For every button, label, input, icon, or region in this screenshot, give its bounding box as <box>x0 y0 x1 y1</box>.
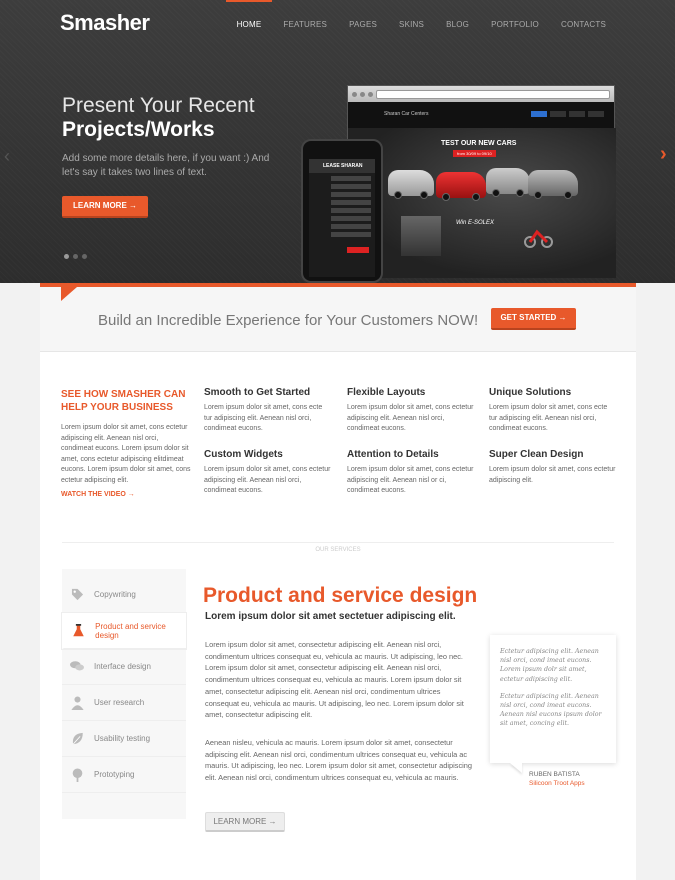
hero-learn-more-button[interactable]: LEARN MORE → <box>62 196 148 218</box>
phone-mockup-image: LEASE SHARAN <box>301 139 383 283</box>
watch-video-link[interactable]: WATCH THE VIDEO → <box>61 491 135 498</box>
nav-item-home[interactable]: HOME <box>225 0 273 40</box>
feature-title: Super Clean Design <box>489 449 584 460</box>
hero-title-line1: Present Your Recent <box>62 94 255 117</box>
browser-toolbar <box>348 86 614 102</box>
feature-unique-solutions: Unique Solutions Lorem ipsum dolor sit a… <box>489 387 617 435</box>
feature-text: Lorem ipsum dolor sit amet, cons ecte tu… <box>489 404 608 432</box>
quote-author: RUBEN BATISTA <box>529 771 580 778</box>
feature-title: Custom Widgets <box>204 449 283 460</box>
phone-app-title: LEASE SHARAN <box>309 159 375 173</box>
feature-text: Lorem ipsum dolor sit amet, cons ecte tu… <box>204 404 323 432</box>
mockup-site-header: Sharan Car Centers <box>348 102 614 128</box>
slider-dot-2[interactable] <box>73 254 78 259</box>
feature-custom-widgets: Custom Widgets Lorem ipsum dolor sit ame… <box>204 449 332 497</box>
get-started-button[interactable]: GET STARTED → <box>491 308 576 330</box>
quote-paragraph-1: Ectetur adipiscing elit. Aenean nisl orc… <box>500 648 599 683</box>
quote-paragraph-2: Ectetur adipiscing elit. Aenean nisl orc… <box>500 692 602 728</box>
feature-text: Lorem ipsum dolor sit amet, cons ectetur… <box>489 466 616 484</box>
service-paragraph-1: Lorem ipsum dolor sit amet, consectetur … <box>205 640 464 720</box>
tab-prototyping[interactable]: Prototyping <box>62 757 186 793</box>
callout-text: Build an Incredible Experience for Your … <box>98 312 479 329</box>
feature-smooth-start: Smooth to Get Started Lorem ipsum dolor … <box>204 387 332 435</box>
slider-dot-1[interactable] <box>64 254 69 259</box>
feature-title: Flexible Layouts <box>347 387 426 398</box>
feature-title: Unique Solutions <box>489 387 572 398</box>
mockup-promo: Win E-SOLEX <box>456 220 494 226</box>
tab-user-research[interactable]: User research <box>62 685 186 721</box>
nav-item-pages[interactable]: PAGES <box>338 0 388 40</box>
services-tabs: Copywriting Product and service design I… <box>62 577 186 793</box>
hero-slider: Smasher HOME FEATURES PAGES SKINS BLOG P… <box>0 0 675 283</box>
quote-company-link[interactable]: Silicoon Troot Apps <box>529 780 585 787</box>
user-icon <box>70 695 84 710</box>
browser-url-bar <box>376 89 610 99</box>
content-card: Build an Incredible Experience for Your … <box>40 287 636 880</box>
leaf-icon <box>70 732 84 746</box>
slider-dot-3[interactable] <box>82 254 87 259</box>
service-paragraph-2: Aenean nisleu, vehicula ac mauris. Lorem… <box>205 738 473 783</box>
tab-product-service-design[interactable]: Product and service design <box>62 613 186 649</box>
feature-text: Lorem ipsum dolor sit amet, cons ectetur… <box>204 466 331 494</box>
mockup-site-brand: Sharan Car Centers <box>384 111 429 117</box>
intro-title: SEE HOW SMASHER CAN HELP YOUR BUSINESS <box>61 389 186 413</box>
service-learn-more-button[interactable]: LEARN MORE → <box>205 812 285 832</box>
flask-icon <box>72 623 85 638</box>
logo[interactable]: Smasher <box>60 10 150 36</box>
testimonial-quote: Ectetur adipiscing elit. Aenean nisl orc… <box>490 635 616 763</box>
feature-attention-details: Attention to Details Lorem ipsum dolor s… <box>347 449 475 497</box>
slider-pagination <box>64 254 87 259</box>
intro-text: Lorem ipsum dolor sit amet, cons ectetur… <box>61 424 191 484</box>
tag-icon <box>70 588 84 602</box>
phone-screen: LEASE SHARAN <box>309 159 375 277</box>
tab-copywriting[interactable]: Copywriting <box>62 577 186 613</box>
tab-usability-testing[interactable]: Usability testing <box>62 721 186 757</box>
mockup-headline: TEST OUR NEW CARS <box>441 140 517 147</box>
scooter-icon <box>524 229 553 248</box>
main-nav: HOME FEATURES PAGES SKINS BLOG PORTFOLIO… <box>225 0 617 40</box>
browser-mockup-image: Sharan Car Centers TEST OUR NEW CARS fro… <box>347 85 616 278</box>
chat-bubbles-icon <box>70 660 84 674</box>
callout-bar: Build an Incredible Experience for Your … <box>40 287 636 352</box>
feature-text: Lorem ipsum dolor sit amet, cons ectetur… <box>347 466 474 494</box>
feature-flexible-layouts: Flexible Layouts Lorem ipsum dolor sit a… <box>347 387 475 435</box>
feature-clean-design: Super Clean Design Lorem ipsum dolor sit… <box>489 449 617 486</box>
feature-title: Attention to Details <box>347 449 439 460</box>
section-divider-label: OUR SERVICES <box>40 538 636 556</box>
slider-next-arrow-icon[interactable]: › <box>660 143 667 166</box>
nav-item-skins[interactable]: SKINS <box>388 0 435 40</box>
service-subtitle: Lorem ipsum dolor sit amet sectetuer adi… <box>205 611 456 622</box>
nav-item-portfolio[interactable]: PORTFOLIO <box>480 0 550 40</box>
slider-prev-arrow-icon[interactable]: ‹ <box>4 146 10 167</box>
nav-item-features[interactable]: FEATURES <box>272 0 338 40</box>
mockup-subline: from 30/09 to 09/10 <box>453 150 496 157</box>
service-title: Product and service design <box>203 584 478 607</box>
feature-title: Smooth to Get Started <box>204 387 311 398</box>
mockup-site-hero: TEST OUR NEW CARS from 30/09 to 09/10 Wi… <box>348 128 616 278</box>
nav-item-blog[interactable]: BLOG <box>435 0 480 40</box>
nav-item-contacts[interactable]: CONTACTS <box>550 0 617 40</box>
accent-flag <box>61 287 77 301</box>
feature-text: Lorem ipsum dolor sit amet, cons ectetur… <box>347 404 474 432</box>
tab-interface-design[interactable]: Interface design <box>62 649 186 685</box>
hero-title-line2: Projects/Works <box>62 118 215 141</box>
tree-icon <box>70 767 84 782</box>
mockup-people-image <box>401 216 441 256</box>
hero-description: Add some more details here, if you want … <box>62 153 270 178</box>
